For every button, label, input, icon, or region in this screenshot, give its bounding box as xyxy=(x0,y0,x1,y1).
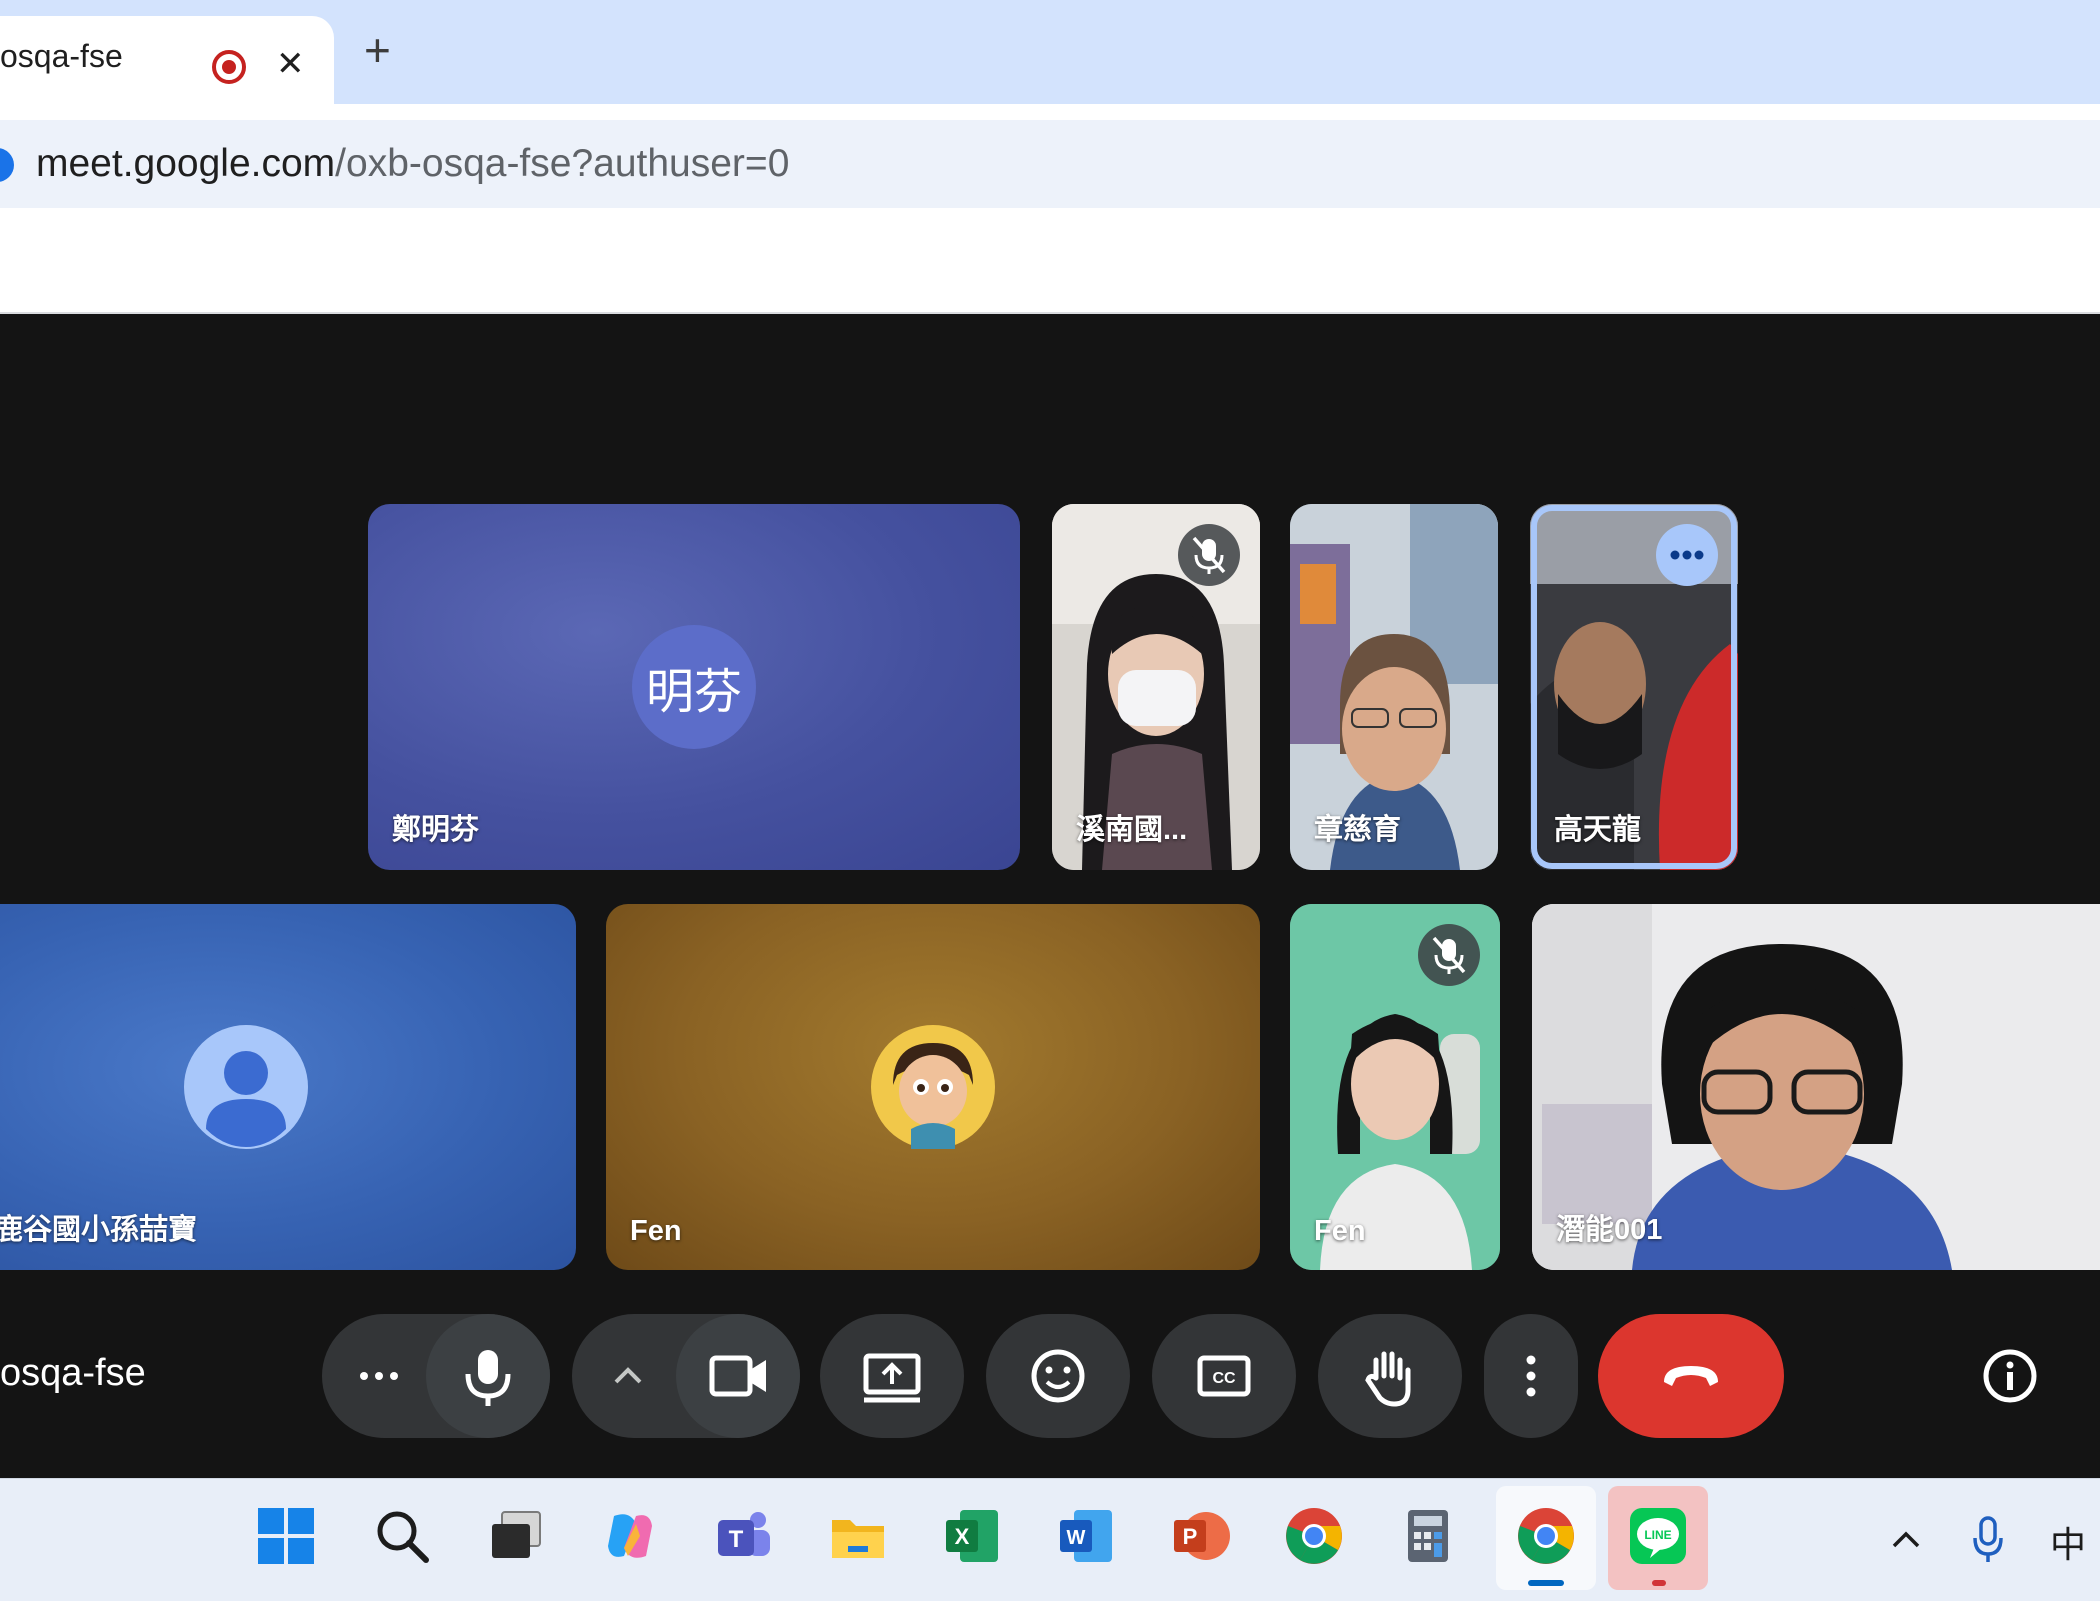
present-screen-button[interactable] xyxy=(820,1314,964,1438)
info-icon xyxy=(1983,1349,2037,1403)
more-horiz-icon xyxy=(360,1372,398,1380)
participant-name: 高天龍 xyxy=(1554,814,1642,846)
audio-controls-group xyxy=(322,1314,550,1438)
excel-icon[interactable]: X xyxy=(942,1506,1002,1566)
active-app-indicator xyxy=(1528,1580,1564,1586)
closed-captions-icon: CC xyxy=(1197,1355,1251,1397)
tab-title: osqa-fse xyxy=(0,38,123,74)
chrome-icon[interactable] xyxy=(1284,1506,1344,1566)
svg-text:X: X xyxy=(955,1524,970,1549)
participant-tile[interactable]: 章慈育 xyxy=(1290,504,1498,870)
leave-call-button[interactable] xyxy=(1598,1314,1784,1438)
url-text: meet.google.com/oxb-osqa-fse?authuser=0 xyxy=(36,142,789,186)
calculator-icon[interactable] xyxy=(1398,1506,1458,1566)
participant-tile[interactable]: 鹿谷國小孫喆寶 xyxy=(0,904,576,1270)
copilot-icon[interactable] xyxy=(600,1506,660,1566)
participant-name: 溪南國... xyxy=(1076,814,1188,846)
emoji-icon xyxy=(1031,1349,1085,1403)
more-options-icon[interactable] xyxy=(1656,524,1718,586)
chevron-up-icon xyxy=(614,1367,642,1384)
file-explorer-icon[interactable] xyxy=(828,1506,888,1566)
svg-text:P: P xyxy=(1183,1524,1198,1549)
camera-button[interactable] xyxy=(676,1314,800,1438)
profile-picture xyxy=(871,1025,995,1149)
show-hidden-icons-icon[interactable] xyxy=(1886,1520,1926,1560)
reactions-button[interactable] xyxy=(986,1314,1130,1438)
participant-name: 鹿谷國小孫喆寶 xyxy=(0,1214,198,1246)
participant-name: 章慈育 xyxy=(1314,814,1402,846)
site-info-icon[interactable] xyxy=(0,148,14,182)
participant-name: 鄭明芬 xyxy=(392,814,480,846)
more-options-button[interactable] xyxy=(1484,1314,1578,1438)
meeting-details-button[interactable] xyxy=(1980,1346,2040,1406)
video-options-button[interactable] xyxy=(572,1314,676,1438)
video-controls-group xyxy=(572,1314,800,1438)
more-vert-icon xyxy=(1526,1355,1536,1397)
attention-indicator xyxy=(1652,1580,1666,1586)
participant-name: Fen xyxy=(1314,1215,1366,1247)
input-method-indicator[interactable]: 中 xyxy=(2050,1516,2086,1568)
task-view-icon[interactable] xyxy=(486,1506,546,1566)
line-app-icon: LINE xyxy=(1630,1508,1686,1564)
participant-name: 潛能001 xyxy=(1556,1214,1663,1246)
search-icon[interactable] xyxy=(372,1506,432,1566)
camera-icon xyxy=(709,1355,766,1397)
powerpoint-icon[interactable]: P xyxy=(1170,1506,1230,1566)
mic-muted-icon xyxy=(1418,924,1480,986)
meeting-code: osqa-fse xyxy=(0,1352,146,1394)
word-icon[interactable]: W xyxy=(1056,1506,1116,1566)
default-avatar-icon xyxy=(184,1025,308,1149)
present-screen-icon xyxy=(863,1353,921,1403)
call-end-icon xyxy=(1664,1366,1718,1386)
captions-button[interactable]: CC xyxy=(1152,1314,1296,1438)
svg-text:T: T xyxy=(729,1526,744,1553)
svg-text:CC: CC xyxy=(1212,1370,1236,1387)
svg-text:W: W xyxy=(1067,1527,1086,1549)
recording-indicator-icon xyxy=(212,50,246,84)
teams-icon[interactable]: T xyxy=(714,1506,774,1566)
svg-text:LINE: LINE xyxy=(1644,1528,1671,1542)
participant-avatar: 明芬 xyxy=(632,625,756,749)
start-menu-icon[interactable] xyxy=(256,1506,316,1566)
browser-tab-active[interactable]: osqa-fse ✕ xyxy=(0,16,334,104)
mic-muted-icon xyxy=(1178,524,1240,586)
chrome-icon xyxy=(1518,1508,1574,1564)
microphone-tray-icon[interactable] xyxy=(1968,1512,2008,1568)
audio-options-button[interactable] xyxy=(322,1314,426,1438)
microphone-icon xyxy=(465,1350,511,1406)
participant-tile[interactable]: 潛能001 xyxy=(1532,904,2100,1270)
participant-tile[interactable]: 高天龍 xyxy=(1530,504,1738,870)
address-bar[interactable]: meet.google.com/oxb-osqa-fse?authuser=0 xyxy=(0,120,2100,210)
participant-tile[interactable]: Fen xyxy=(606,904,1260,1270)
microphone-button[interactable] xyxy=(426,1314,550,1438)
url-host: meet.google.com xyxy=(36,142,336,185)
new-tab-button[interactable]: + xyxy=(364,27,391,73)
browser-toolbar: meet.google.com/oxb-osqa-fse?authuser=0 xyxy=(0,104,2100,210)
bookmarks-bar xyxy=(0,208,2100,314)
participant-name: Fen xyxy=(630,1215,682,1247)
url-path: /oxb-osqa-fse?authuser=0 xyxy=(335,142,790,185)
participant-tile[interactable]: 明芬 鄭明芬 xyxy=(368,504,1020,870)
raise-hand-icon xyxy=(1365,1351,1411,1407)
raise-hand-button[interactable] xyxy=(1318,1314,1462,1438)
close-tab-button[interactable]: ✕ xyxy=(276,44,305,84)
browser-tab-strip: osqa-fse ✕ + xyxy=(0,0,2100,104)
participant-tile[interactable]: Fen xyxy=(1290,904,1500,1270)
participant-tile[interactable]: 溪南國... xyxy=(1052,504,1260,870)
